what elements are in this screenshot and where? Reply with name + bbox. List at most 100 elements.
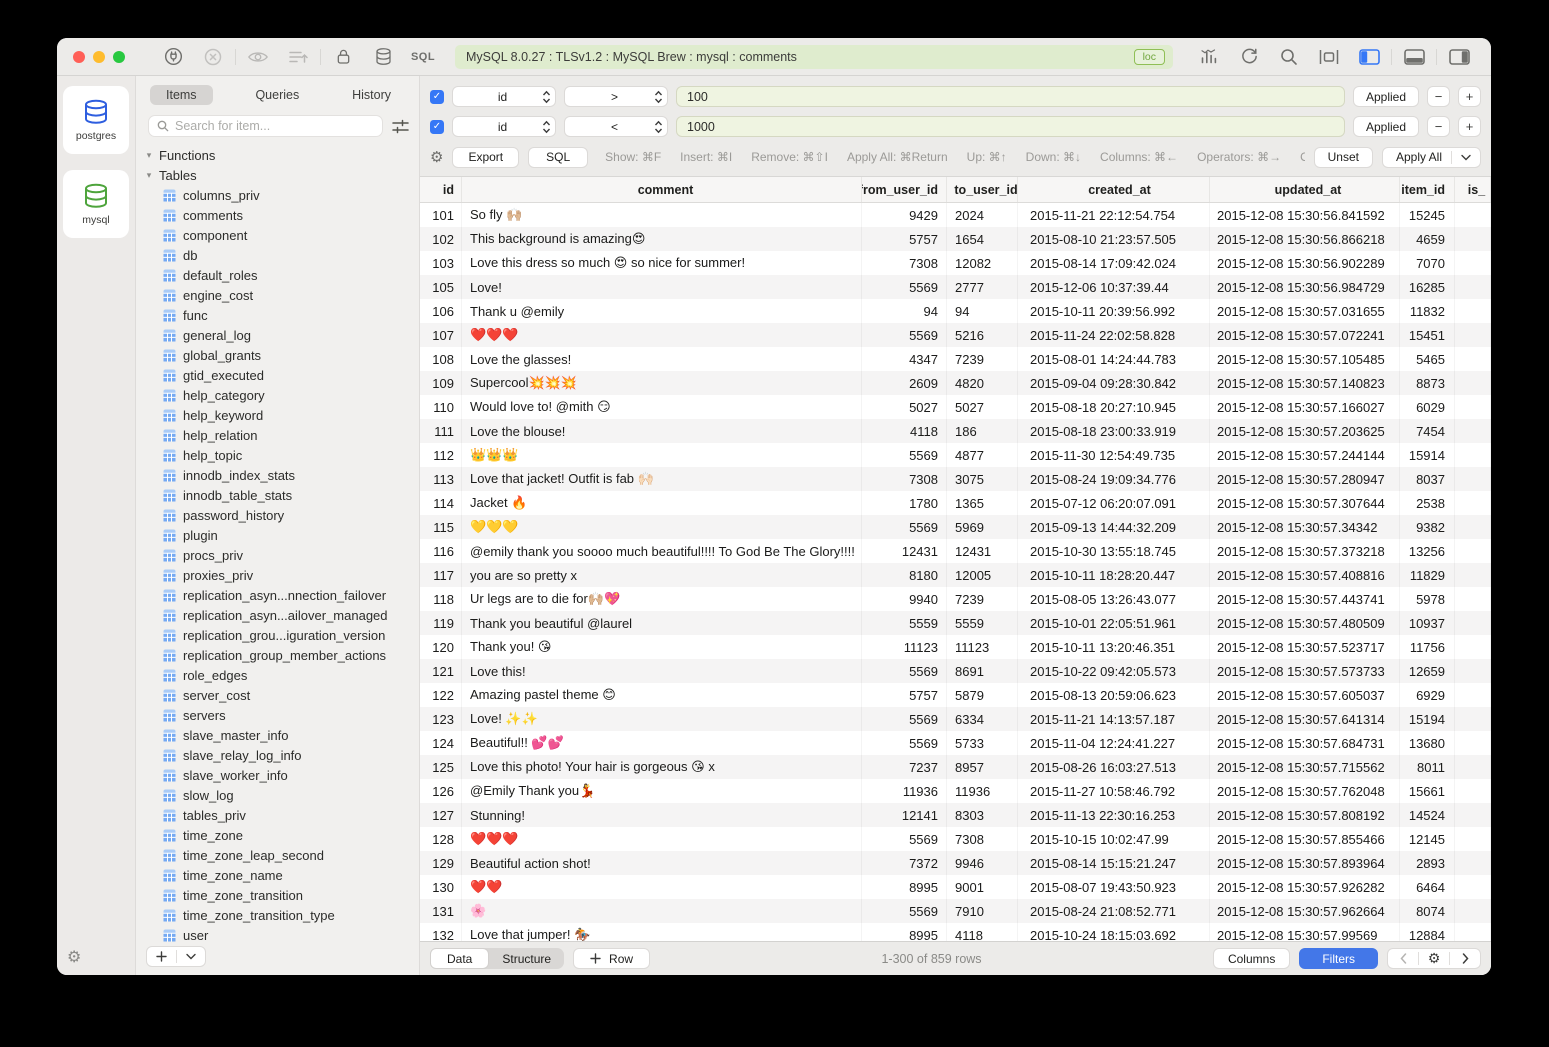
cell-item_id[interactable]: 8873 xyxy=(1400,371,1455,395)
export-button[interactable]: Export xyxy=(452,147,519,168)
filter-sliders-icon[interactable] xyxy=(392,119,409,134)
cell-id[interactable]: 113 xyxy=(420,467,462,491)
cell-from_user_id[interactable]: 12431 xyxy=(862,539,947,563)
cell-from_user_id[interactable]: 8995 xyxy=(862,923,947,941)
cell-from_user_id[interactable]: 5569 xyxy=(862,275,947,299)
remove-filter-button[interactable]: − xyxy=(1427,116,1450,137)
cell-comment[interactable]: Love that jacket! Outfit is fab 🙌🏻 xyxy=(462,467,862,491)
cell-id[interactable]: 112 xyxy=(420,443,462,467)
cell-is_[interactable] xyxy=(1455,251,1491,275)
cell-item_id[interactable]: 7454 xyxy=(1400,419,1455,443)
cell-to_user_id[interactable]: 12082 xyxy=(947,251,1018,275)
sidebar-table-innodb_index_stats[interactable]: innodb_index_stats xyxy=(136,465,419,485)
table-row[interactable]: 130❤️❤️899590012015-08-07 19:43:50.92320… xyxy=(420,875,1491,899)
column-header-updated_at[interactable]: updated_at xyxy=(1210,177,1400,202)
cell-comment[interactable]: So fly 🙌🏼 xyxy=(462,203,862,227)
cell-to_user_id[interactable]: 8303 xyxy=(947,803,1018,827)
column-header-item_id[interactable]: item_id xyxy=(1400,177,1455,202)
cell-is_[interactable] xyxy=(1455,203,1491,227)
cell-updated_at[interactable]: 2015-12-08 15:30:57.808192 xyxy=(1210,803,1400,827)
tab-data[interactable]: Data xyxy=(430,948,489,969)
cell-is_[interactable] xyxy=(1455,371,1491,395)
cell-created_at[interactable]: 2015-08-24 19:09:34.776 xyxy=(1018,467,1210,491)
cell-item_id[interactable]: 15661 xyxy=(1400,779,1455,803)
cell-created_at[interactable]: 2015-10-24 18:15:03.692 xyxy=(1018,923,1210,941)
cell-from_user_id[interactable]: 9940 xyxy=(862,587,947,611)
cell-item_id[interactable]: 5978 xyxy=(1400,587,1455,611)
cell-item_id[interactable]: 16285 xyxy=(1400,275,1455,299)
table-row[interactable]: 113Love that jacket! Outfit is fab 🙌🏻730… xyxy=(420,467,1491,491)
filter-column-select[interactable]: id xyxy=(452,116,556,137)
cell-item_id[interactable]: 15451 xyxy=(1400,323,1455,347)
cell-created_at[interactable]: 2015-10-22 09:42:05.573 xyxy=(1018,659,1210,683)
cell-comment[interactable]: ❤️❤️❤️ xyxy=(462,827,862,851)
cell-from_user_id[interactable]: 5569 xyxy=(862,731,947,755)
cell-id[interactable]: 130 xyxy=(420,875,462,899)
cell-from_user_id[interactable]: 2609 xyxy=(862,371,947,395)
add-item-button[interactable] xyxy=(147,951,176,962)
cell-updated_at[interactable]: 2015-12-08 15:30:56.841592 xyxy=(1210,203,1400,227)
connection-mysql[interactable]: mysql xyxy=(63,170,129,238)
sidebar-table-comments[interactable]: comments xyxy=(136,205,419,225)
cell-comment[interactable]: ❤️❤️ xyxy=(462,875,862,899)
cell-comment[interactable]: Would love to! @mith 😏 xyxy=(462,395,862,419)
cell-updated_at[interactable]: 2015-12-08 15:30:56.984729 xyxy=(1210,275,1400,299)
cell-updated_at[interactable]: 2015-12-08 15:30:57.641314 xyxy=(1210,707,1400,731)
sidebar-table-time_zone_transition[interactable]: time_zone_transition xyxy=(136,885,419,905)
cell-created_at[interactable]: 2015-08-07 19:43:50.923 xyxy=(1018,875,1210,899)
cell-created_at[interactable]: 2015-08-01 14:24:44.783 xyxy=(1018,347,1210,371)
cell-comment[interactable]: Jacket 🔥 xyxy=(462,491,862,515)
cell-updated_at[interactable]: 2015-12-08 15:30:57.408816 xyxy=(1210,563,1400,587)
cell-id[interactable]: 114 xyxy=(420,491,462,515)
column-header-is_[interactable]: is_ xyxy=(1455,177,1491,202)
columns-button[interactable]: Columns xyxy=(1213,948,1290,969)
toggle-left-sidebar-icon[interactable] xyxy=(1349,45,1389,69)
cell-updated_at[interactable]: 2015-12-08 15:30:56.866218 xyxy=(1210,227,1400,251)
cell-from_user_id[interactable]: 5569 xyxy=(862,323,947,347)
prev-page-button[interactable] xyxy=(1388,949,1418,968)
disconnect-icon[interactable] xyxy=(193,45,233,69)
cell-comment[interactable]: Love the blouse! xyxy=(462,419,862,443)
cell-id[interactable]: 123 xyxy=(420,707,462,731)
table-row[interactable]: 112👑👑👑556948772015-11-30 12:54:49.735201… xyxy=(420,443,1491,467)
cell-from_user_id[interactable]: 5027 xyxy=(862,395,947,419)
cell-id[interactable]: 129 xyxy=(420,851,462,875)
cell-id[interactable]: 109 xyxy=(420,371,462,395)
cell-created_at[interactable]: 2015-11-30 12:54:49.735 xyxy=(1018,443,1210,467)
sidebar-table-server_cost[interactable]: server_cost xyxy=(136,685,419,705)
cell-comment[interactable]: Love this photo! Your hair is gorgeous 😘… xyxy=(462,755,862,779)
cell-item_id[interactable]: 13680 xyxy=(1400,731,1455,755)
cell-is_[interactable] xyxy=(1455,779,1491,803)
column-header-comment[interactable]: comment xyxy=(462,177,862,202)
next-page-button[interactable] xyxy=(1450,949,1480,968)
sidebar-table-slow_log[interactable]: slow_log xyxy=(136,785,419,805)
cell-updated_at[interactable]: 2015-12-08 15:30:57.762048 xyxy=(1210,779,1400,803)
remove-filter-button[interactable]: − xyxy=(1427,86,1450,107)
table-row[interactable]: 118Ur legs are to die for🙌🏼💖994072392015… xyxy=(420,587,1491,611)
cell-item_id[interactable]: 2538 xyxy=(1400,491,1455,515)
cell-comment[interactable]: ❤️❤️❤️ xyxy=(462,323,862,347)
table-row[interactable]: 108Love the glasses!434772392015-08-01 1… xyxy=(420,347,1491,371)
cell-to_user_id[interactable]: 5879 xyxy=(947,683,1018,707)
cell-is_[interactable] xyxy=(1455,803,1491,827)
cell-from_user_id[interactable]: 5569 xyxy=(862,515,947,539)
cell-item_id[interactable]: 11829 xyxy=(1400,563,1455,587)
cell-to_user_id[interactable]: 5969 xyxy=(947,515,1018,539)
minimize-button[interactable] xyxy=(93,51,105,63)
cell-comment[interactable]: Beautiful action shot! xyxy=(462,851,862,875)
apply-all-button[interactable]: Apply All xyxy=(1382,147,1481,168)
cell-created_at[interactable]: 2015-07-12 06:20:07.091 xyxy=(1018,491,1210,515)
cell-updated_at[interactable]: 2015-12-08 15:30:56.902289 xyxy=(1210,251,1400,275)
cell-from_user_id[interactable]: 5569 xyxy=(862,707,947,731)
sidebar-table-columns_priv[interactable]: columns_priv xyxy=(136,185,419,205)
cell-comment[interactable]: This background is amazing😍 xyxy=(462,227,862,251)
cell-id[interactable]: 121 xyxy=(420,659,462,683)
sidebar-table-help_topic[interactable]: help_topic xyxy=(136,445,419,465)
cell-to_user_id[interactable]: 7239 xyxy=(947,587,1018,611)
sql-editor-icon[interactable]: SQL xyxy=(411,51,435,63)
cell-id[interactable]: 110 xyxy=(420,395,462,419)
cell-item_id[interactable]: 10937 xyxy=(1400,611,1455,635)
table-row[interactable]: 105Love!556927772015-12-06 10:37:39.4420… xyxy=(420,275,1491,299)
sidebar-table-replication_asyn...nnection_failover[interactable]: replication_asyn...nnection_failover xyxy=(136,585,419,605)
sidebar-table-slave_master_info[interactable]: slave_master_info xyxy=(136,725,419,745)
